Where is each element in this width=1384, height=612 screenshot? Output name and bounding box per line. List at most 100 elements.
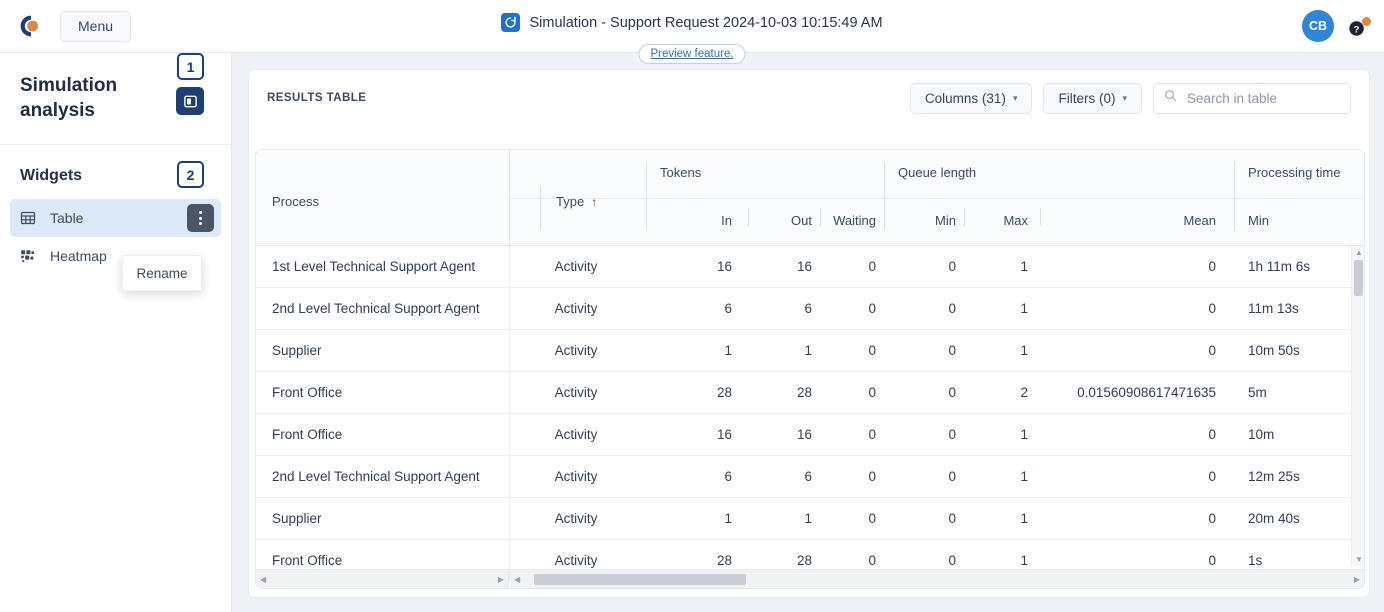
svg-text:?: ? bbox=[1354, 24, 1360, 35]
col-header-processing-min[interactable]: Min bbox=[1248, 213, 1269, 228]
filters-button[interactable]: Filters (0) ▾ bbox=[1043, 82, 1142, 114]
pinned-column-separator bbox=[509, 414, 510, 456]
cell-tokens-waiting: 0 bbox=[868, 259, 876, 274]
table-row[interactable]: Supplier Activity 1 1 0 0 1 0 10m 50s bbox=[256, 330, 1364, 372]
cell-proc-min: 10m bbox=[1248, 427, 1275, 442]
scroll-up-arrow-icon[interactable]: ▲ bbox=[1355, 248, 1363, 257]
cell-queue-min: 0 bbox=[948, 427, 956, 442]
camunda-logo[interactable] bbox=[18, 13, 44, 39]
col-header-tokens-in[interactable]: In bbox=[672, 213, 732, 228]
cell-tokens-in: 28 bbox=[716, 385, 732, 400]
cell-tokens-waiting: 0 bbox=[868, 511, 876, 526]
page-title-wrap: Simulation - Support Request 2024-10-03 … bbox=[0, 13, 1384, 32]
col-header-tokens-waiting[interactable]: Waiting bbox=[816, 213, 876, 228]
table-vertical-scrollbar[interactable]: ▲ ▼ bbox=[1351, 246, 1364, 566]
cell-process: 2nd Level Technical Support Agent bbox=[272, 469, 480, 484]
table-row[interactable]: 2nd Level Technical Support Agent Activit… bbox=[256, 456, 1364, 498]
cell-process: 1st Level Technical Support Agent bbox=[272, 259, 476, 274]
col-header-tokens-out[interactable]: Out bbox=[752, 213, 812, 228]
table-row[interactable]: Front Office Activity 28 28 0 0 2 0.01560908617… bbox=[256, 372, 1364, 414]
scroll-down-arrow-icon[interactable]: ▼ bbox=[1355, 555, 1363, 564]
cell-type: Activity bbox=[554, 301, 598, 316]
results-table: Process Type ↑ Tokens In Out Waiting Que… bbox=[255, 149, 1365, 589]
cell-queue-mean: 0 bbox=[1208, 511, 1216, 526]
preview-feature-label: Preview feature. bbox=[650, 48, 734, 60]
col-header-queue-mean[interactable]: Mean bbox=[1156, 213, 1216, 228]
cell-process: Front Office bbox=[272, 385, 343, 400]
cell-tokens-in: 1 bbox=[724, 511, 732, 526]
cell-tokens-in: 16 bbox=[716, 427, 732, 442]
columns-button[interactable]: Columns (31) ▾ bbox=[909, 82, 1033, 114]
scroll-track[interactable] bbox=[270, 574, 494, 585]
header-divider bbox=[884, 162, 885, 230]
scroll-track[interactable] bbox=[524, 573, 1350, 585]
cell-proc-min: 5m bbox=[1248, 385, 1267, 400]
cell-queue-mean: 0 bbox=[1208, 553, 1216, 568]
cell-type: Activity bbox=[554, 385, 598, 400]
filters-button-label: Filters (0) bbox=[1058, 90, 1116, 106]
col-header-type-label: Type bbox=[556, 194, 585, 209]
col-header-queue-min[interactable]: Min bbox=[896, 213, 956, 228]
scroll-right-arrow-icon[interactable]: ▶ bbox=[494, 575, 508, 584]
side-panel-toggle-icon[interactable] bbox=[176, 87, 204, 115]
table-row[interactable]: Front Office Activity 16 16 0 0 1 0 10m bbox=[256, 414, 1364, 456]
scroll-right-arrow-icon[interactable]: ▶ bbox=[1350, 575, 1364, 584]
preview-feature-link[interactable]: Preview feature. bbox=[638, 44, 746, 64]
chevron-down-icon: ▾ bbox=[1012, 92, 1018, 103]
menu-button[interactable]: Menu bbox=[60, 10, 132, 42]
table-row[interactable]: 2nd Level Technical Support Agent Activit… bbox=[256, 288, 1364, 330]
cell-tokens-waiting: 0 bbox=[868, 301, 876, 316]
header-divider bbox=[646, 162, 647, 230]
col-header-process[interactable]: Process bbox=[272, 194, 319, 209]
avatar[interactable]: CB bbox=[1302, 10, 1334, 42]
heatmap-icon bbox=[20, 248, 40, 264]
pinned-column-separator bbox=[509, 246, 510, 288]
header-divider bbox=[964, 208, 965, 226]
cell-process: Front Office bbox=[272, 427, 343, 442]
cell-proc-min: 12m 25s bbox=[1248, 469, 1300, 484]
annotation-badge-1: 1 bbox=[177, 53, 204, 80]
cell-type: Activity bbox=[554, 343, 598, 358]
cell-proc-min: 1h 11m 6s bbox=[1248, 259, 1311, 274]
table-row[interactable]: 1st Level Technical Support Agent Activit… bbox=[256, 246, 1364, 288]
table-widget-more-button[interactable] bbox=[187, 204, 214, 232]
search-input[interactable] bbox=[1185, 89, 1340, 107]
cell-type: Activity bbox=[554, 553, 598, 568]
table-icon bbox=[20, 210, 40, 226]
cell-tokens-out: 16 bbox=[796, 427, 812, 442]
table-row[interactable]: Supplier Activity 1 1 0 0 1 0 20m 40s bbox=[256, 498, 1364, 540]
table-body: 1st Level Technical Support Agent Activit… bbox=[256, 246, 1364, 582]
cell-process: Front Office bbox=[272, 553, 343, 568]
cell-tokens-in: 16 bbox=[716, 259, 732, 274]
chevron-down-icon: ▾ bbox=[1122, 92, 1127, 103]
pinned-horizontal-scrollbar[interactable]: ◀ ▶ bbox=[256, 569, 509, 588]
pinned-column-separator bbox=[509, 288, 510, 330]
col-header-queue-max[interactable]: Max bbox=[968, 213, 1028, 228]
cell-tokens-in: 6 bbox=[724, 469, 732, 484]
results-table-label: RESULTS TABLE bbox=[267, 92, 367, 104]
search-icon bbox=[1164, 89, 1177, 107]
scroll-left-arrow-icon[interactable]: ◀ bbox=[510, 575, 524, 584]
help-question-icon[interactable]: ? bbox=[1348, 16, 1371, 39]
cell-type: Activity bbox=[554, 427, 598, 442]
scroll-left-arrow-icon[interactable]: ◀ bbox=[256, 575, 270, 584]
sidebar-item-table-label: Table bbox=[50, 210, 84, 226]
table-horizontal-scrollbar[interactable]: ◀ ▶ bbox=[510, 569, 1364, 588]
cell-process: Supplier bbox=[272, 511, 322, 526]
annotation-badge-2: 2 bbox=[177, 161, 204, 188]
sidebar-item-table[interactable]: Table bbox=[10, 199, 221, 237]
search-in-table-box[interactable] bbox=[1153, 82, 1351, 114]
horizontal-scroll-thumb[interactable] bbox=[534, 573, 747, 585]
cell-type: Activity bbox=[554, 469, 598, 484]
cell-proc-min: 1s bbox=[1248, 553, 1263, 568]
cell-queue-mean: 0 bbox=[1208, 343, 1216, 358]
header-group-divider bbox=[509, 198, 1364, 199]
rename-menu-label: Rename bbox=[136, 265, 188, 281]
table-toolbar: RESULTS TABLE Columns (31) ▾ Filters (0)… bbox=[249, 70, 1369, 126]
cell-tokens-out: 1 bbox=[804, 343, 812, 358]
vertical-scroll-thumb[interactable] bbox=[1354, 260, 1363, 296]
cell-tokens-out: 6 bbox=[804, 469, 812, 484]
context-menu-rename[interactable]: Rename bbox=[122, 255, 202, 291]
col-header-type[interactable]: Type ↑ bbox=[556, 194, 597, 209]
cell-queue-min: 0 bbox=[948, 385, 956, 400]
